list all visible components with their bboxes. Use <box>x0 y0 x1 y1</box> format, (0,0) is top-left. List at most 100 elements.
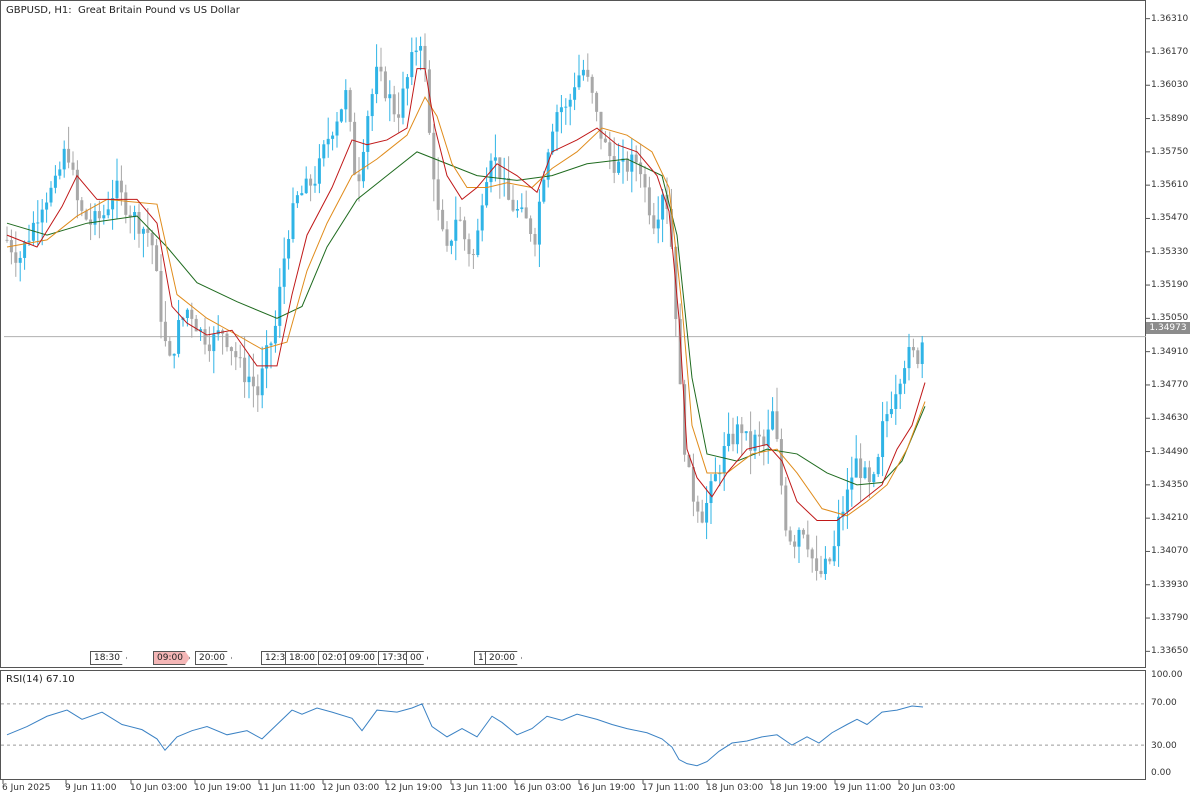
candle-body <box>555 112 559 132</box>
candle-body <box>577 75 581 88</box>
candle-body <box>722 446 726 473</box>
candle-body <box>568 99 572 107</box>
candle-body <box>269 343 273 346</box>
candle-body <box>551 131 555 153</box>
candle-body <box>559 107 563 113</box>
candle-body <box>344 90 348 110</box>
time-axis-label: 10 Jun 03:00 <box>130 783 188 793</box>
candle-body <box>828 558 832 562</box>
candle-body <box>335 121 339 136</box>
candle-body <box>476 230 480 256</box>
candle-body <box>155 245 159 272</box>
candle-body <box>361 151 365 182</box>
candle-body <box>75 169 79 201</box>
candle-body <box>467 239 471 255</box>
candle-body <box>287 238 291 259</box>
time-axis-label: 20 Jun 03:00 <box>898 783 956 793</box>
price-axis-label: 1.33930 <box>1151 579 1189 590</box>
candle-body <box>353 121 357 175</box>
candle-body <box>595 92 599 112</box>
candle-body <box>49 187 53 203</box>
candle-body <box>700 511 704 523</box>
candle-body <box>854 458 858 478</box>
time-axis-label: 18 Jun 19:00 <box>770 783 828 793</box>
rsi-level-0: 0.00 <box>1151 768 1172 778</box>
candle-body <box>608 142 612 157</box>
candle-body <box>260 368 264 396</box>
candle-body <box>498 157 502 179</box>
candle-body <box>727 433 731 447</box>
candle-body <box>405 77 409 89</box>
candle-body <box>53 175 57 188</box>
price-axis-label: 1.34910 <box>1151 346 1189 357</box>
candle-body <box>295 195 299 204</box>
candle-body <box>212 334 216 352</box>
event-tag[interactable]: 20:00 <box>195 651 232 665</box>
candle-body <box>656 219 660 229</box>
candle-body <box>348 90 352 122</box>
time-axis-label: 12 Jun 19:00 <box>385 783 443 793</box>
ma-mid-line <box>6 96 926 517</box>
candle-body <box>911 347 915 351</box>
candle-body <box>463 220 467 240</box>
candle-body <box>229 347 233 352</box>
candle-body <box>581 69 585 76</box>
price-axis-label: 1.36030 <box>1151 80 1189 91</box>
candle-body <box>375 66 379 95</box>
candle-body <box>612 156 616 173</box>
candle-body <box>234 351 238 358</box>
candle-body <box>713 474 717 482</box>
candle-body <box>357 174 361 182</box>
candle-body <box>876 457 880 475</box>
candle-body <box>775 411 779 440</box>
candle-body <box>45 202 49 210</box>
candle-body <box>647 187 651 216</box>
event-tag[interactable]: 20:00 <box>485 651 522 665</box>
candle-body <box>388 94 392 99</box>
candle-body <box>238 357 242 359</box>
candle-body <box>458 219 462 221</box>
candle-body <box>735 424 739 445</box>
time-axis-label: 16 Jun 03:00 <box>514 783 572 793</box>
candle-body <box>709 481 713 503</box>
candle-body <box>599 111 603 139</box>
candle-body <box>815 558 819 571</box>
candle-body <box>414 50 418 53</box>
chart-canvas[interactable] <box>0 0 1200 800</box>
candle-body <box>564 106 568 108</box>
rsi-level-30: 30.00 <box>1151 741 1177 751</box>
candle-body <box>797 529 801 547</box>
candle-body <box>845 489 849 512</box>
time-axis-label: 12 Jun 03:00 <box>322 783 380 793</box>
candle-body <box>903 368 907 384</box>
event-tag[interactable]: 09:00 <box>153 651 190 665</box>
candle-body <box>159 271 163 322</box>
candle-body <box>920 342 924 364</box>
event-tag[interactable]: 18:30 <box>90 651 127 665</box>
trading-chart[interactable]: GBPUSD, H1: Great Britain Pound vs US Do… <box>0 0 1200 800</box>
candle-body <box>331 135 335 139</box>
candle-body <box>97 211 101 219</box>
candle-body <box>401 88 405 118</box>
candle-body <box>520 207 524 209</box>
price-axis-label: 1.36170 <box>1151 46 1189 57</box>
current-price-tag: 1.34973 <box>1146 322 1190 334</box>
candle-body <box>511 199 515 211</box>
price-axis-label: 1.33650 <box>1151 646 1189 657</box>
candle-body <box>898 383 902 395</box>
candle-body <box>278 286 282 326</box>
candle-body <box>586 69 590 77</box>
candle-body <box>36 222 40 224</box>
candle-body <box>23 242 27 258</box>
event-tag[interactable]: 09:00 <box>345 651 382 665</box>
event-tag[interactable]: 18:00 <box>285 651 322 665</box>
candle-body <box>137 212 141 234</box>
candle-body <box>383 71 387 99</box>
candle-body <box>256 386 260 396</box>
time-axis-label: 19 Jun 11:00 <box>834 783 892 793</box>
price-axis-label: 1.34070 <box>1151 546 1189 557</box>
time-axis-label: 9 Jun 11:00 <box>65 783 117 793</box>
candle-body <box>339 109 343 122</box>
candle-body <box>225 333 229 348</box>
candle-body <box>603 138 607 143</box>
